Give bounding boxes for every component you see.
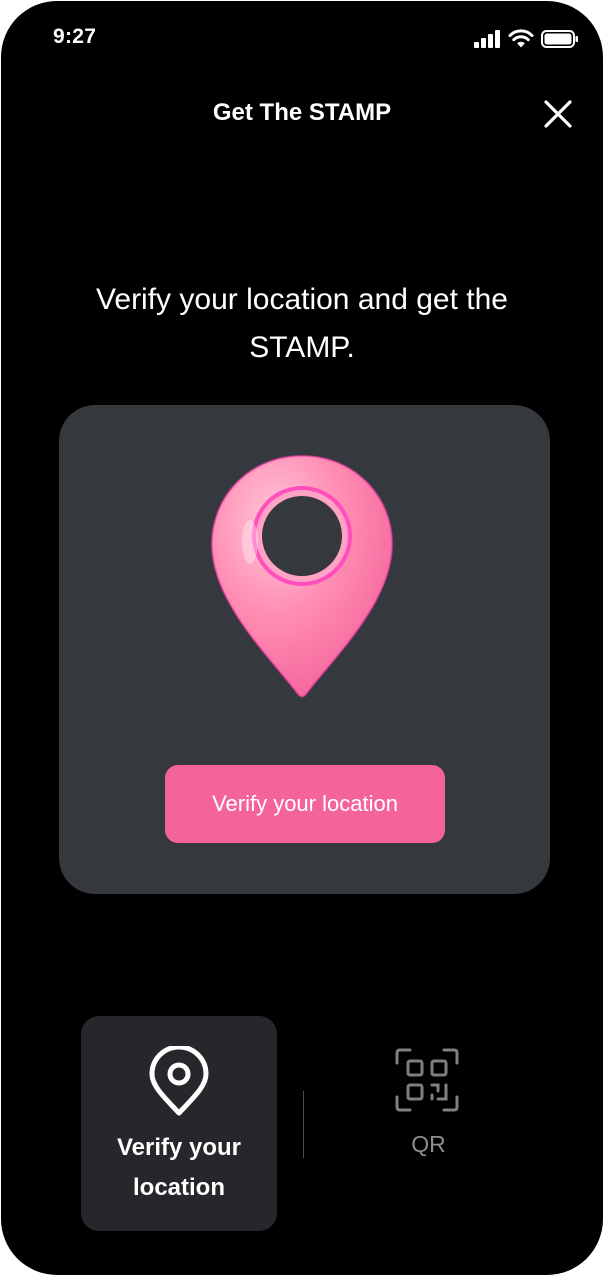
status-icons <box>474 29 579 48</box>
close-button[interactable] <box>540 96 576 132</box>
location-card: Verify your location <box>59 405 550 894</box>
cellular-signal-icon <box>474 29 500 48</box>
battery-icon <box>541 29 578 48</box>
location-pin-outline-icon <box>149 1046 209 1116</box>
instruction-headline: Verify your location and get the STAMP. <box>96 283 508 364</box>
tab-qr[interactable]: QR <box>346 1031 511 1181</box>
page-title: Get The STAMP <box>212 99 392 126</box>
phone-screen: 9:27 Get The STAMP Verify your location … <box>1 1 603 1275</box>
verify-location-button[interactable]: Verify your location <box>165 765 445 843</box>
tab-divider <box>303 1091 304 1158</box>
status-time: 9:27 <box>53 25 97 48</box>
wifi-icon <box>508 29 534 48</box>
tab-verify-location[interactable]: Verify your location <box>81 1016 277 1231</box>
tab-verify-location-label: Verify your location <box>116 1134 242 1201</box>
location-pin-icon <box>210 454 394 698</box>
tab-qr-label: QR <box>411 1131 446 1157</box>
qr-code-icon <box>395 1048 459 1112</box>
close-icon <box>544 100 572 128</box>
